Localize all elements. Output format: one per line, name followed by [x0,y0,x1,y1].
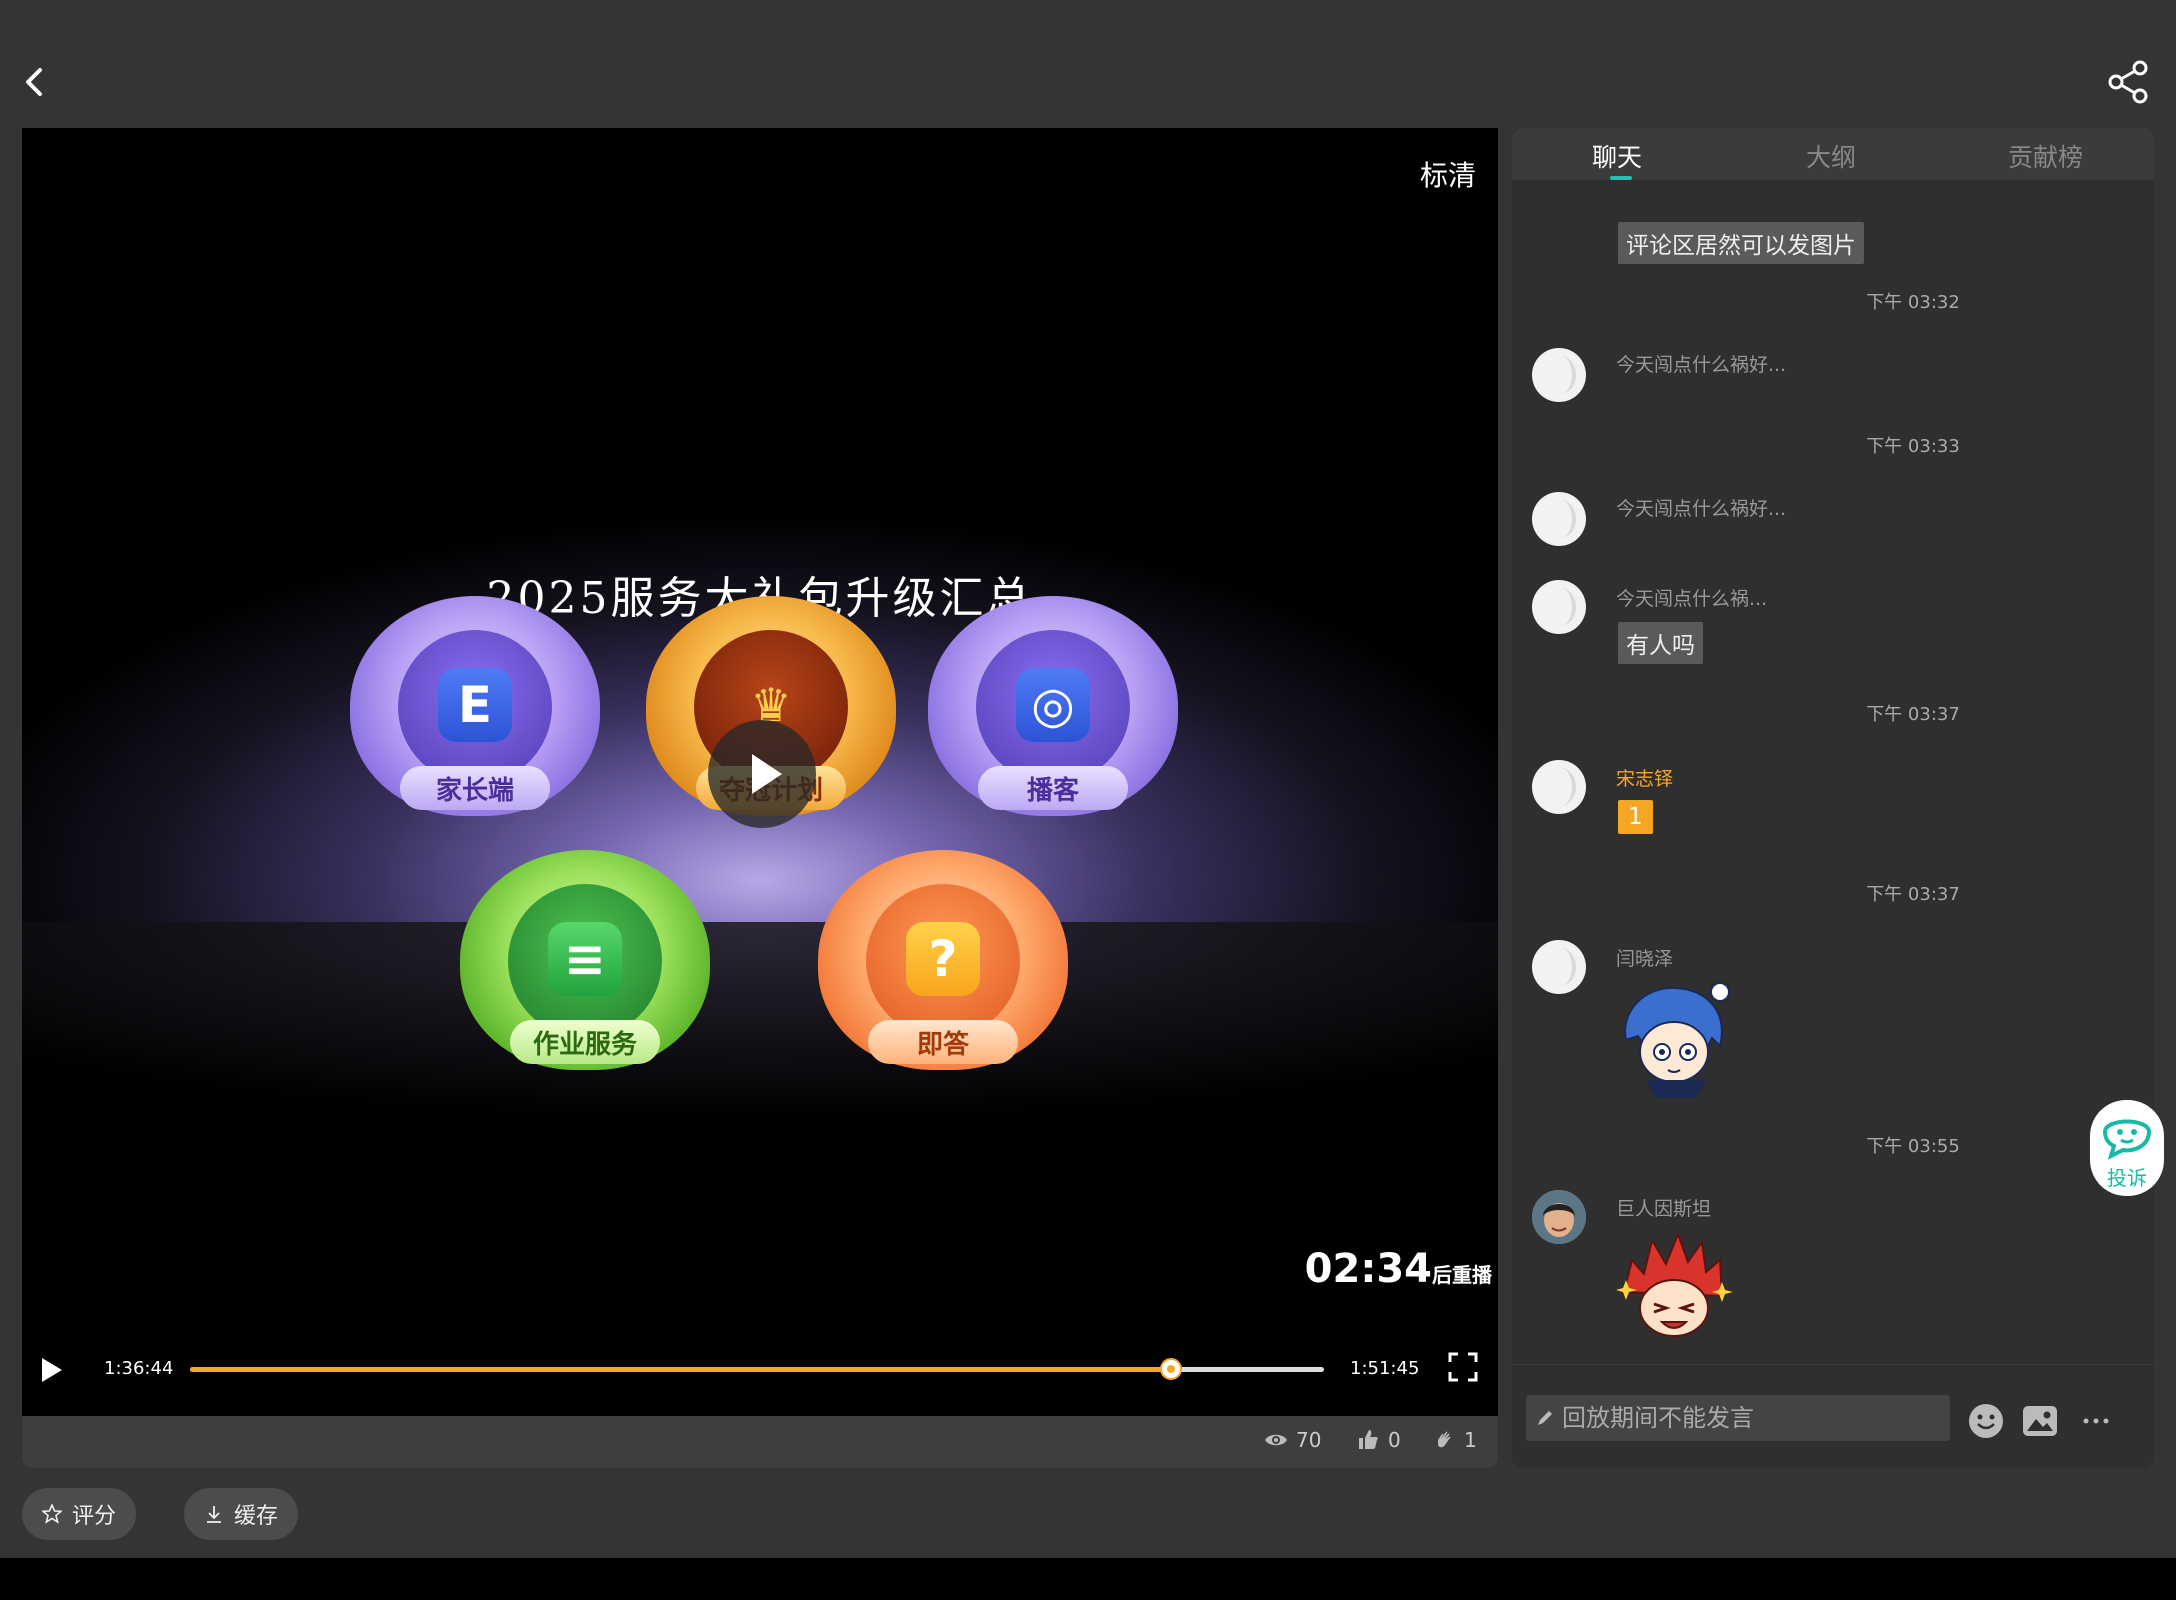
current-time: 1:36:44 [104,1358,174,1379]
pencil-icon [1538,1411,1552,1425]
homework-icon: ≡ [548,922,622,996]
message-bubble: 1 [1618,800,1653,834]
avatar[interactable] [1532,940,1586,994]
message-sender: 今天闯点什么祸好... [1616,498,1787,520]
message-input-wrapper[interactable] [1526,1395,1950,1441]
parent-app-icon: E [438,668,512,742]
chat-list[interactable]: 评论区居然可以发图片 下午 03:32 今天闯点什么祸好... 下午 03:33… [1512,180,2154,1364]
player-controls: 1:36:44 1:51:45 [22,1342,1498,1394]
avatar[interactable] [1532,760,1586,814]
clap-icon [1438,1431,1451,1448]
timestamp: 下午 03:33 [1512,432,2154,458]
thumbs-up-icon [1359,1430,1378,1449]
message-sender: 宋志铎 [1616,768,1674,790]
likes-count: 0 [1388,1428,1401,1452]
badge-homework: ≡ 作业服务 [460,850,710,1090]
play-icon[interactable] [42,1358,62,1382]
avatar[interactable] [1532,492,1586,546]
progress-fill [190,1367,1171,1372]
side-panel: 聊天 大纲 贡献榜 评论区居然可以发图片 下午 03:32 今天闯点什么祸好..… [1512,128,2154,1468]
quality-button[interactable]: 标清 [1420,154,1476,194]
progress-knob[interactable] [1159,1358,1182,1380]
chevron-left-icon[interactable] [14,62,54,102]
play-overlay-button[interactable] [708,720,816,828]
badge-label: 播客 [978,766,1128,810]
message-sender: 巨人因斯坦 [1616,1198,1712,1220]
message-input[interactable] [1560,1403,1924,1433]
timestamp-text: 下午 03:37 [1866,884,1960,905]
message-bubble: 评论区居然可以发图片 [1618,222,1864,264]
share-icon[interactable] [2104,58,2152,106]
emoji-icon[interactable] [1968,1403,2004,1439]
timestamp: 下午 03:55 [1512,1132,2154,1158]
bottom-strip [0,1558,2176,1600]
replay-suffix: 后重播 [1432,1263,1492,1287]
replay-time: 02:34 [1304,1246,1432,1292]
tab-outline[interactable]: 大纲 [1806,138,1856,174]
sticker-boy-image[interactable] [1616,980,1734,1098]
badge-label: 即答 [868,1020,1018,1064]
message-sender: 闫晓泽 [1616,948,1674,970]
progress-track[interactable] [190,1358,1324,1380]
views-stat: 70 [1264,1428,1321,1452]
rate-label: 评分 [71,1504,116,1529]
video-player[interactable]: 标清 2025服务大礼包升级汇总 E 家长端 ♛ 夺冠计划 ◎ 播客 ≡ 作业服… [22,128,1498,1416]
claps-count: 1 [1464,1428,1477,1452]
top-bar [0,0,2176,128]
cache-label: 缓存 [233,1504,278,1529]
badge-label: 家长端 [400,766,550,810]
timestamp-text: 下午 03:55 [1866,1136,1960,1157]
fullscreen-icon[interactable] [1448,1352,1478,1382]
message-bubble: 有人吗 [1618,622,1703,664]
panel-tabs: 聊天 大纲 贡献榜 [1512,128,2154,180]
timestamp-text: 下午 03:33 [1866,436,1960,457]
more-icon[interactable] [2078,1403,2114,1439]
badge-podcast: ◎ 播客 [928,596,1178,836]
timestamp: 下午 03:32 [1512,288,2154,314]
tab-chat[interactable]: 聊天 [1592,138,1642,174]
slide-lower-background [22,922,1498,1252]
timestamp-text: 下午 03:37 [1866,704,1960,725]
complain-label: 投诉 [2107,1166,2147,1190]
claps-stat[interactable]: 1 [1432,1428,1477,1452]
complain-button[interactable]: 投诉 [2090,1100,2164,1196]
replay-countdown: 02:34后重播 [1305,1246,1492,1292]
timestamp: 下午 03:37 [1512,700,2154,726]
message-sender: 今天闯点什么祸好... [1616,354,1787,376]
badge-parent: E 家长端 [350,596,600,836]
avatar[interactable] [1532,580,1586,634]
question-icon: ? [906,922,980,996]
eye-icon [1265,1434,1287,1446]
sticker-redhair-image[interactable] [1616,1230,1734,1348]
image-icon[interactable] [2022,1403,2058,1439]
star-icon [41,1504,62,1524]
stats-bar: 70 0 1 [22,1416,1498,1468]
rate-button[interactable]: 评分 [22,1488,136,1540]
badge-instant-answer: ? 即答 [818,850,1068,1090]
views-count: 70 [1296,1428,1322,1452]
timestamp-text: 下午 03:32 [1866,292,1960,313]
avatar[interactable] [1532,348,1586,402]
message-sender: 今天闯点什么祸... [1616,588,1768,610]
download-icon [206,1506,221,1523]
avatar-photo[interactable] [1532,1190,1586,1244]
podcast-icon: ◎ [1016,668,1090,742]
badge-label: 作业服务 [510,1020,660,1064]
timestamp: 下午 03:37 [1512,880,2154,906]
likes-stat[interactable]: 0 [1356,1428,1401,1452]
cache-button[interactable]: 缓存 [184,1488,298,1540]
total-time: 1:51:45 [1350,1358,1420,1379]
message-composer [1512,1364,2154,1468]
service-bot-icon [2102,1119,2152,1160]
tab-contribution[interactable]: 贡献榜 [2008,138,2083,174]
